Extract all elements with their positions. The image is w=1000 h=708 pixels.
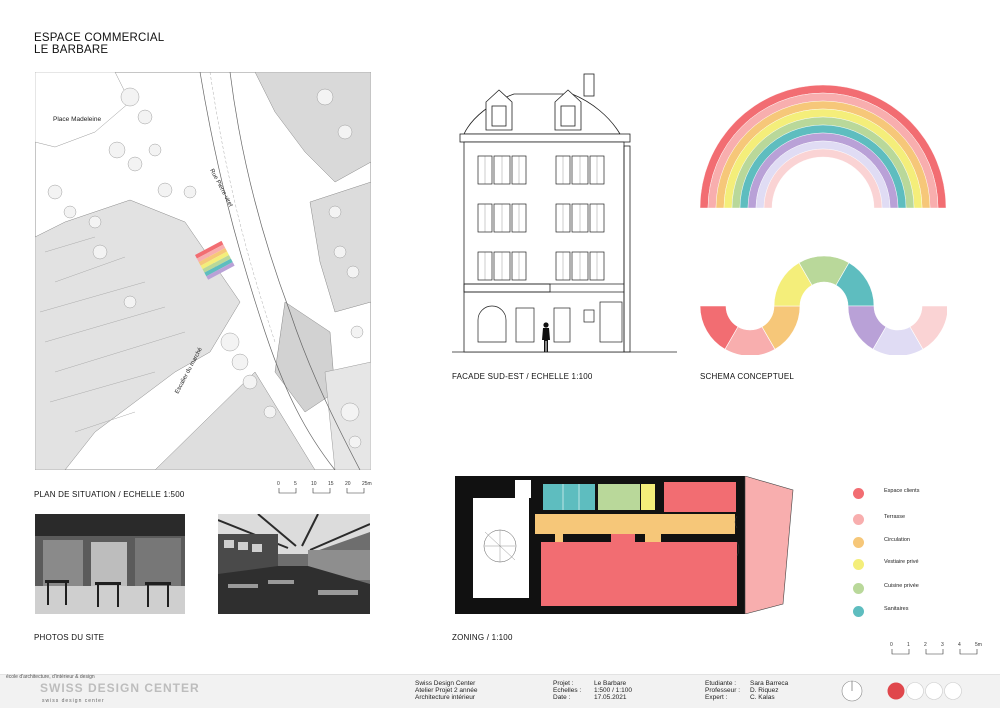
site-scale-tick: 20 — [345, 481, 351, 487]
date-key: Date : — [553, 694, 571, 701]
legend-swatch — [853, 559, 864, 570]
concept-schema — [700, 84, 947, 355]
site-photo-exterior — [35, 514, 185, 614]
zoning-scale-tick: 3 — [941, 642, 944, 648]
site-scale-tick: 5 — [294, 481, 297, 487]
facade-caption: FACADE SUD-EST / ECHELLE 1:100 — [452, 372, 593, 381]
zoning-plan — [455, 476, 794, 614]
sheet-dot-4-icon — [944, 682, 962, 700]
zoning-caption: ZONING / 1:100 — [452, 633, 513, 642]
place-madeleine-label: Place Madeleine — [53, 116, 101, 123]
site-scale-tick: 0 — [277, 481, 280, 487]
org-line-3: Architecture intérieur — [415, 694, 475, 701]
school-logo: SWISS DESIGN CENTER — [40, 681, 200, 695]
legend-swatch — [853, 583, 864, 594]
site-plan-caption: PLAN DE SITUATION / ECHELLE 1:500 — [34, 490, 185, 499]
site-scale-tick: 10 — [311, 481, 317, 487]
site-photo-interior — [218, 514, 370, 614]
site-scale-tick: 25m — [362, 481, 372, 487]
legend-swatch — [853, 514, 864, 525]
title-block-footer: école d'architecture, d'intérieur & desi… — [0, 674, 1000, 708]
sheet-dot-1-icon — [887, 682, 905, 700]
legend-swatch — [853, 606, 864, 617]
sheet-dot-2-icon — [906, 682, 924, 700]
legend-label: Espace clients — [884, 488, 920, 494]
zoning-scale-tick: 4 — [958, 642, 961, 648]
board-title: ESPACE COMMERCIAL LE BARBARE — [34, 32, 164, 56]
site-scale-tick: 15 — [328, 481, 334, 487]
zoning-scale-tick: 5m — [975, 642, 982, 648]
legend-label: Cuisine privée — [884, 583, 919, 589]
site-scale-line — [278, 488, 365, 494]
schema-caption: SCHEMA CONCEPTUEL — [700, 372, 795, 381]
zoning-scale-tick: 0 — [890, 642, 893, 648]
date-value: 17.05.2021 — [594, 694, 627, 701]
sheet-indicators — [841, 680, 962, 702]
legend-label: Vestiaire privé — [884, 559, 919, 565]
facade-elevation — [452, 73, 677, 353]
school-subline: swiss design center — [42, 698, 105, 704]
wave-diagram — [700, 255, 947, 355]
legend-swatch — [853, 488, 864, 499]
title-line-2: LE BARBARE — [34, 44, 109, 56]
photos-caption: PHOTOS DU SITE — [34, 633, 105, 642]
zoning-scale-bar: 0 1 2 3 4 5m — [890, 642, 990, 658]
zoning-scale-line — [891, 649, 978, 655]
legend-label: Circulation — [884, 537, 910, 543]
legend-label: Sanitaires — [884, 606, 909, 612]
site-plan-map: Place Madeleine Rue Pierre-viret Escalie… — [35, 72, 371, 470]
rainbow-diagram — [700, 84, 947, 209]
site-scale-bar: 0 5 10 15 20 25m — [277, 481, 377, 495]
legend-swatch — [853, 537, 864, 548]
legend-label: Terrasse — [884, 514, 906, 520]
zoning-scale-tick: 2 — [924, 642, 927, 648]
expert-value: C. Kalas — [750, 694, 775, 701]
title-line-1: ESPACE COMMERCIAL — [34, 32, 165, 44]
sheet-dot-3-icon — [925, 682, 943, 700]
expert-key: Expert : — [705, 694, 728, 701]
zoning-scale-tick: 1 — [907, 642, 910, 648]
